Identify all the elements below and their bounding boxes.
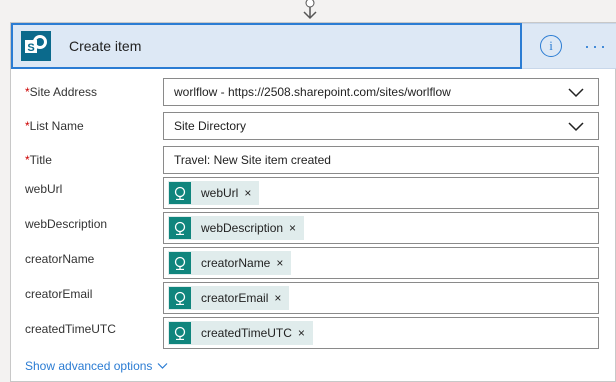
token-label: creatorEmail (201, 291, 269, 305)
remove-token-icon[interactable]: × (274, 291, 281, 305)
createdtimeutc-input[interactable]: createdTimeUTC × (163, 317, 599, 349)
dynamic-content-token[interactable]: webDescription × (168, 216, 305, 240)
field-label: creatorEmail (25, 287, 93, 301)
field-row-list-name: *List Name Site Directory (11, 111, 616, 141)
chevron-down-icon (568, 122, 584, 132)
field-row-creatorname: creatorName creatorName × (11, 246, 616, 279)
field-label: *Title (25, 153, 52, 167)
site-address-dropdown[interactable]: worlflow - https://2508.sharepoint.com/s… (163, 78, 599, 106)
token-label: creatorName (201, 256, 271, 270)
field-label: *Site Address (25, 85, 98, 99)
token-label: webUrl (201, 186, 239, 200)
field-row-site-address: *Site Address worlflow - https://2508.sh… (11, 77, 616, 107)
header-actions: i ··· (522, 23, 616, 69)
dynamic-content-token[interactable]: creatorEmail × (168, 286, 290, 310)
field-label: *List Name (25, 119, 84, 133)
field-value: Site Directory (174, 119, 247, 133)
card-title: Create item (69, 38, 142, 54)
remove-token-icon[interactable]: × (298, 326, 305, 340)
sharepoint-logo-icon: S (21, 31, 51, 61)
token-label: createdTimeUTC (201, 326, 292, 340)
title-input[interactable]: Travel: New Site item created (163, 146, 599, 174)
token-label: webDescription (201, 221, 284, 235)
field-row-creatoremail: creatorEmail creatorEmail × (11, 281, 616, 314)
field-row-weburl: webUrl webUrl × (11, 176, 616, 209)
dynamic-content-token[interactable]: createdTimeUTC × (168, 321, 313, 345)
chevron-down-icon (158, 363, 168, 369)
show-advanced-options-link[interactable]: Show advanced options (25, 359, 168, 373)
sharepoint-token-icon (169, 217, 191, 239)
field-value: Travel: New Site item created (174, 153, 331, 167)
more-options-icon[interactable]: ··· (584, 37, 608, 55)
sharepoint-token-icon (169, 182, 191, 204)
field-row-webdescription: webDescription webDescription × (11, 211, 616, 244)
field-row-createdtimeutc: createdTimeUTC createdTimeUTC × (11, 316, 616, 349)
creatorname-input[interactable]: creatorName × (163, 247, 599, 279)
sharepoint-token-icon (169, 252, 191, 274)
create-item-card: S Create item i ··· *Site Address worlfl… (10, 22, 616, 382)
remove-token-icon[interactable]: × (276, 256, 283, 270)
advanced-options-label: Show advanced options (25, 359, 153, 373)
chevron-down-icon (568, 88, 584, 98)
field-label: webDescription (25, 217, 108, 231)
remove-token-icon[interactable]: × (244, 186, 251, 200)
field-row-title: *Title Travel: New Site item created (11, 145, 616, 175)
dynamic-content-token[interactable]: webUrl × (168, 181, 260, 205)
weburl-input[interactable]: webUrl × (163, 177, 599, 209)
field-value: worlflow - https://2508.sharepoint.com/s… (174, 85, 451, 99)
field-label: webUrl (25, 182, 63, 196)
remove-token-icon[interactable]: × (289, 221, 296, 235)
list-name-dropdown[interactable]: Site Directory (163, 112, 599, 140)
webdescription-input[interactable]: webDescription × (163, 212, 599, 244)
card-header[interactable]: S Create item (11, 23, 522, 69)
sharepoint-token-icon (169, 322, 191, 344)
field-label: createdTimeUTC (25, 322, 116, 336)
svg-text:S: S (27, 42, 34, 54)
dynamic-content-token[interactable]: creatorName × (168, 251, 292, 275)
connector-arrow-icon (303, 0, 317, 20)
field-label: creatorName (25, 252, 95, 266)
info-icon[interactable]: i (540, 35, 562, 57)
sharepoint-token-icon (169, 287, 191, 309)
creatoremail-input[interactable]: creatorEmail × (163, 282, 599, 314)
